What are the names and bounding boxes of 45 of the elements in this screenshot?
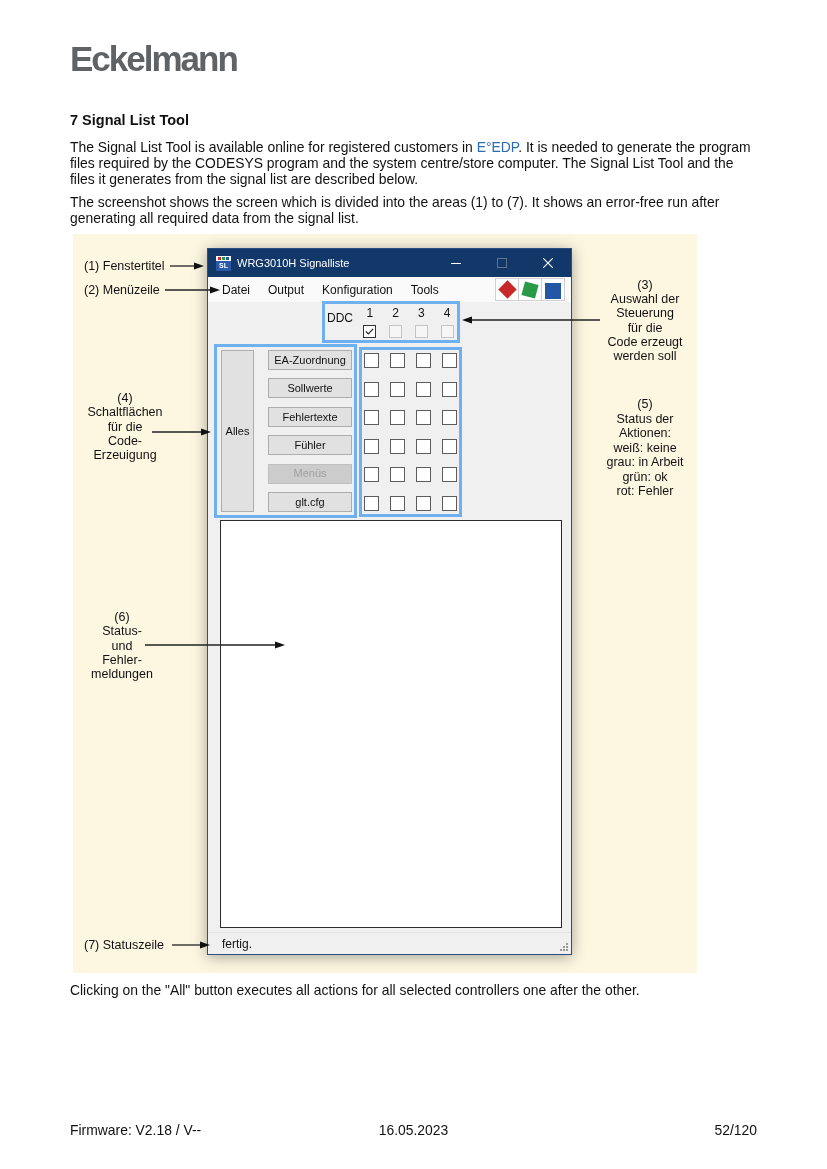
controller-number: 2 xyxy=(392,305,399,321)
minimize-icon xyxy=(451,262,461,264)
annotation-label: (5) Status der Aktionen: weiß: keine grau: in Arbeit grün: ok rot: Fehler xyxy=(606,397,684,499)
action-button[interactable]: Fühler xyxy=(268,435,352,456)
resize-grip-icon[interactable] xyxy=(560,943,568,951)
status-text: fertig. xyxy=(222,935,252,953)
action-button[interactable]: Sollwerte xyxy=(268,378,352,399)
window-title: WRG3010H Signalliste xyxy=(237,255,350,271)
controller-number: 1 xyxy=(366,305,374,321)
annotation-label: (6) Status- und Fehler- meldungen xyxy=(91,610,153,682)
action-button[interactable]: EA-Zuordnung xyxy=(268,350,352,370)
company-logo: Eckelmann xyxy=(70,41,237,76)
message-log-field[interactable] xyxy=(220,520,562,928)
pointer-arrow xyxy=(170,262,204,270)
pointer-arrow xyxy=(152,428,211,436)
ddc-label: DDC xyxy=(327,311,353,325)
maximize-icon xyxy=(497,258,507,268)
description-paragraph: The screenshot shows the screen which is divided into the areas (1) to (7). It shows an error-free run after generating all required data from the signal list. xyxy=(70,194,721,226)
closing-paragraph: Clicking on the "All" button executes all actions for all selected controllers one after the other. xyxy=(70,982,641,998)
annotation-label: (4) Schaltflächen für die Code- Erzeuigung xyxy=(87,391,163,463)
action-button[interactable]: Fehlertexte xyxy=(268,406,352,427)
annotation-label: (7) Statuszeile xyxy=(84,938,164,952)
annotation-label: (1) Fenstertitel xyxy=(84,259,165,273)
controller-number: 3 xyxy=(417,305,425,321)
annotation-label: (2) Menüzeile xyxy=(84,283,160,297)
footer-date-text: 16.05.2023 xyxy=(378,1122,449,1138)
pointer-arrow xyxy=(172,941,210,949)
menu-item[interactable]: Tools xyxy=(410,281,439,298)
section-heading: 7 Signal List Tool xyxy=(70,112,189,128)
all-button[interactable]: Alles xyxy=(221,350,254,512)
intro-paragraph: The Signal List Tool is available online for registered customers in E°EDP. It is needed to generate the program files required by the CODESYS program and the system centre/store computer. The Signal List Tool and the files it generates from the signal list are described below. xyxy=(70,139,752,187)
annotation-label: (3) Auswahl der Steuerung für die Code erzeugt werden soll xyxy=(607,278,683,364)
pointer-arrow xyxy=(165,286,220,294)
menu-item[interactable]: Datei xyxy=(222,281,250,298)
action-button[interactable]: glt.cfg xyxy=(268,491,352,512)
menu-item[interactable]: Output xyxy=(268,281,305,298)
checkmark-icon xyxy=(365,328,375,335)
controller-number: 4 xyxy=(443,305,451,321)
footer-firmware-text: Firmware: V2.18 / V-- xyxy=(70,1122,202,1138)
edp-link[interactable]: E°EDP xyxy=(476,139,519,155)
footer-page-number: 52/120 xyxy=(714,1122,757,1138)
close-icon xyxy=(543,258,553,268)
controller-checkbox[interactable] xyxy=(363,325,377,338)
menu-item[interactable]: Konfiguration xyxy=(322,281,393,298)
toolbar-button[interactable] xyxy=(541,278,565,301)
